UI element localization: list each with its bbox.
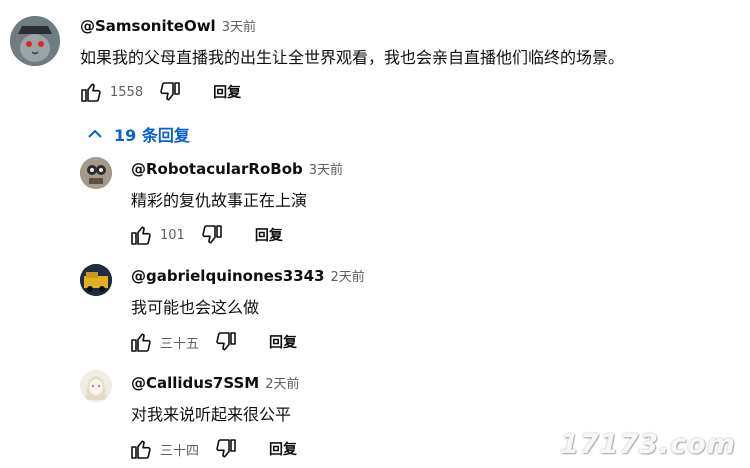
like-button[interactable] — [128, 329, 154, 355]
thumbs-up-icon — [131, 333, 151, 352]
avatar[interactable] — [80, 370, 112, 402]
reply-author[interactable]: @Callidus7SSM — [131, 374, 259, 392]
reply-button[interactable]: 回复 — [255, 225, 283, 245]
vehicle-avatar-icon — [80, 264, 112, 296]
thumbs-up-icon — [131, 226, 151, 245]
reply-time[interactable]: 2天前 — [331, 266, 365, 285]
replies-count-label: 19 条回复 — [114, 126, 190, 145]
reply-actions: 101 回复 — [128, 221, 283, 249]
comment-actions: 1558 回复 — [78, 78, 241, 106]
like-button[interactable] — [78, 79, 104, 105]
reply-time[interactable]: 2天前 — [265, 373, 299, 392]
reply-text: 我可能也会这么做 — [131, 298, 260, 317]
thumbs-down-icon — [216, 332, 236, 351]
thumbs-down-icon — [216, 439, 236, 458]
reply-time[interactable]: 3天前 — [309, 159, 343, 178]
owl-avatar-icon — [10, 16, 60, 66]
comment-author[interactable]: @SamsoniteOwl — [80, 17, 216, 35]
character-avatar-icon — [80, 370, 112, 402]
site-watermark: 17173.com — [560, 429, 736, 460]
avatar[interactable] — [10, 16, 60, 66]
author-line: @Callidus7SSM 2天前 — [131, 373, 299, 392]
reply-button[interactable]: 回复 — [269, 332, 297, 352]
robot-avatar-icon — [80, 157, 112, 189]
thumbs-up-icon — [131, 440, 151, 459]
thumbs-down-icon — [160, 82, 180, 101]
author-line: @gabrielquinones3343 2天前 — [131, 266, 365, 285]
reply-actions: 三十五 回复 — [128, 328, 297, 356]
avatar[interactable] — [80, 157, 112, 189]
reply-text: 对我来说听起来很公平 — [131, 405, 292, 424]
chevron-up-icon — [88, 129, 102, 138]
comment-text: 如果我的父母直播我的出生让全世界观看，我也会亲自直播他们临终的场景。 — [80, 48, 625, 67]
reply-author[interactable]: @RobotacularRoBob — [131, 160, 303, 178]
author-line: @SamsoniteOwl 3天前 — [80, 16, 256, 35]
reply-text: 精彩的复仇故事正在上演 — [131, 191, 308, 210]
reply-author[interactable]: @gabrielquinones3343 — [131, 267, 325, 285]
comment-time[interactable]: 3天前 — [222, 16, 256, 35]
like-count: 101 — [160, 227, 185, 243]
dislike-button[interactable] — [157, 79, 183, 105]
replies-toggle[interactable]: 19 条回复 — [86, 122, 190, 146]
dislike-button[interactable] — [213, 329, 239, 355]
dislike-button[interactable] — [213, 436, 239, 462]
like-count: 三十四 — [160, 443, 200, 459]
reply-button[interactable]: 回复 — [269, 439, 297, 459]
thumbs-up-icon — [81, 83, 101, 102]
reply-actions: 三十四 回复 — [128, 435, 297, 463]
reply-button[interactable]: 回复 — [213, 82, 241, 102]
avatar[interactable] — [80, 264, 112, 296]
like-count: 三十五 — [160, 336, 200, 352]
like-button[interactable] — [128, 222, 154, 248]
like-count: 1558 — [110, 84, 144, 100]
thumbs-down-icon — [202, 225, 222, 244]
author-line: @RobotacularRoBob 3天前 — [131, 159, 343, 178]
dislike-button[interactable] — [199, 222, 225, 248]
like-button[interactable] — [128, 436, 154, 462]
